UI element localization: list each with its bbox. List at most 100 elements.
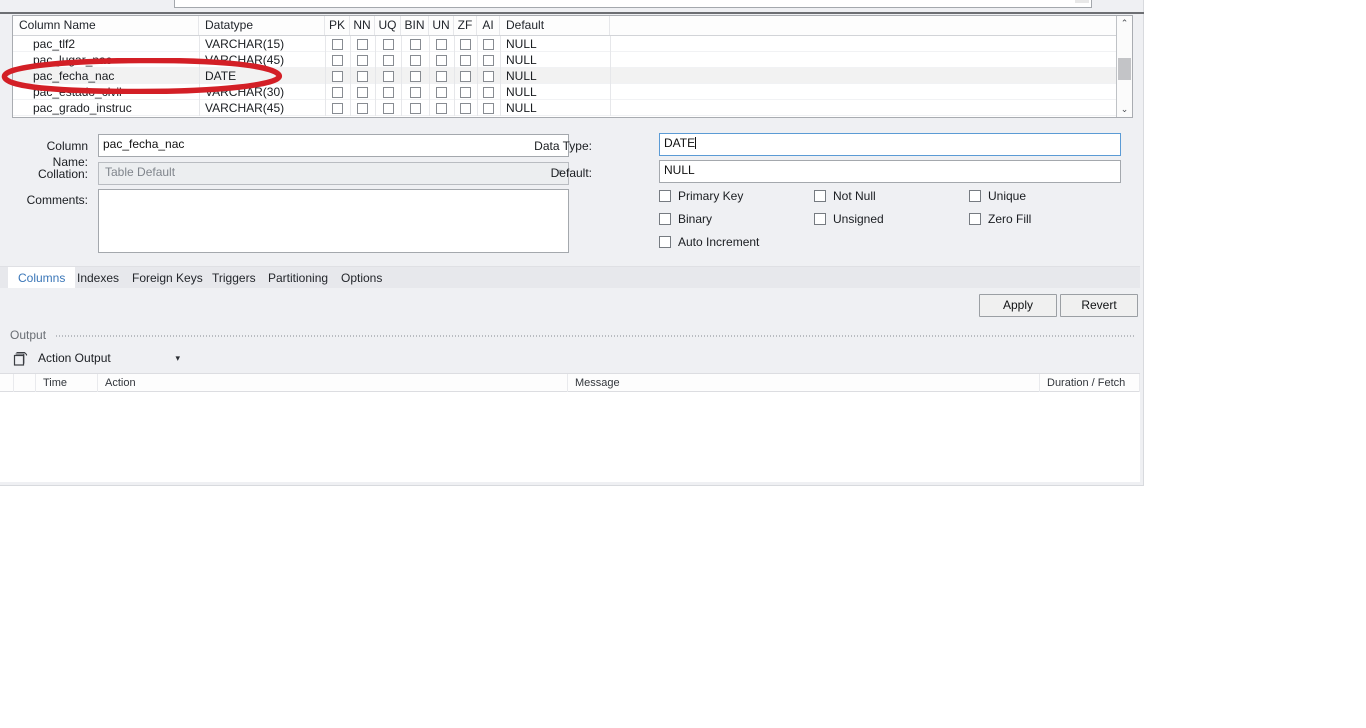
cell-flag-un[interactable] [429, 36, 454, 52]
flag-unique[interactable]: Unique [969, 189, 1026, 203]
flag-primary-key[interactable]: Primary Key [659, 189, 743, 203]
column-name-input[interactable]: pac_fecha_nac [98, 134, 569, 157]
table-row[interactable]: pac_tlf2 VARCHAR(15) NULL [13, 36, 1132, 52]
column-header-uq[interactable]: UQ [375, 16, 401, 35]
cell-flag-bin[interactable] [401, 52, 429, 68]
pk-checkbox[interactable] [332, 70, 343, 82]
uq-checkbox[interactable] [382, 102, 394, 114]
cell-column-name[interactable]: pac_lugar_nac [13, 52, 199, 68]
output-column-message[interactable]: Message [568, 374, 1040, 392]
comments-textarea[interactable] [98, 189, 569, 253]
primary-key-checkbox[interactable] [659, 190, 671, 202]
cell-flag-nn[interactable] [350, 84, 375, 100]
tab-columns[interactable]: Columns [8, 267, 76, 289]
cell-flag-bin[interactable] [401, 68, 429, 84]
cell-default[interactable]: NULL [500, 52, 610, 68]
tab-options[interactable]: Options [331, 267, 392, 289]
clipped-top-input[interactable] [174, 0, 1092, 8]
tab-partitioning[interactable]: Partitioning [258, 267, 338, 289]
cell-flag-pk[interactable] [325, 84, 350, 100]
zf-checkbox[interactable] [460, 102, 471, 114]
unique-checkbox[interactable] [969, 190, 981, 202]
cell-flag-un[interactable] [429, 52, 454, 68]
revert-button[interactable]: Revert [1060, 294, 1138, 317]
columns-grid-scrollbar[interactable]: ⌃ ⌄ [1116, 16, 1132, 117]
auto-increment-checkbox[interactable] [659, 236, 671, 248]
flag-zero-fill[interactable]: Zero Fill [969, 212, 1031, 226]
cell-flag-bin[interactable] [401, 36, 429, 52]
scrollbar-thumb[interactable] [1118, 58, 1131, 80]
tab-indexes[interactable]: Indexes [67, 267, 129, 289]
cell-column-name[interactable]: pac_tlf2 [13, 36, 199, 52]
column-header-column-name[interactable]: Column Name [13, 16, 199, 35]
column-header-nn[interactable]: NN [350, 16, 375, 35]
flag-unsigned[interactable]: Unsigned [814, 212, 884, 226]
table-row[interactable]: pac_grado_instruc VARCHAR(45) NULL [13, 100, 1132, 116]
nn-checkbox[interactable] [357, 86, 368, 98]
bin-checkbox[interactable] [409, 70, 421, 82]
nn-checkbox[interactable] [357, 70, 368, 82]
flag-auto-increment[interactable]: Auto Increment [659, 235, 759, 249]
cell-flag-zf[interactable] [454, 36, 477, 52]
binary-checkbox[interactable] [659, 213, 671, 225]
column-header-bin[interactable]: BIN [401, 16, 429, 35]
scroll-down-icon[interactable]: ⌄ [1117, 102, 1132, 117]
cell-flag-bin[interactable] [401, 84, 429, 100]
ai-checkbox[interactable] [483, 38, 494, 50]
collation-select[interactable]: Table Default ▾ [98, 162, 569, 185]
un-checkbox[interactable] [436, 38, 447, 50]
cell-flag-zf[interactable] [454, 52, 477, 68]
output-column-action[interactable]: Action [98, 374, 568, 392]
table-row[interactable]: pac_fecha_nac DATE NULL [13, 68, 1132, 84]
nn-checkbox[interactable] [357, 102, 368, 114]
cell-flag-uq[interactable] [375, 84, 401, 100]
zf-checkbox[interactable] [460, 70, 471, 82]
table-row[interactable]: pac_estado_civil VARCHAR(30) NULL [13, 84, 1132, 100]
cell-flag-zf[interactable] [454, 68, 477, 84]
tab-triggers[interactable]: Triggers [202, 267, 266, 289]
pk-checkbox[interactable] [332, 86, 343, 98]
un-checkbox[interactable] [436, 102, 447, 114]
cell-datatype[interactable]: DATE [199, 68, 325, 84]
cell-flag-ai[interactable] [477, 84, 500, 100]
cell-flag-nn[interactable] [350, 100, 375, 116]
copy-icon[interactable] [12, 350, 29, 367]
cell-datatype[interactable]: VARCHAR(45) [199, 52, 325, 68]
uq-checkbox[interactable] [382, 54, 394, 66]
cell-datatype[interactable]: VARCHAR(30) [199, 84, 325, 100]
ai-checkbox[interactable] [483, 54, 494, 66]
cell-flag-pk[interactable] [325, 52, 350, 68]
cell-flag-uq[interactable] [375, 68, 401, 84]
cell-column-name[interactable]: pac_fecha_nac [13, 68, 199, 84]
pk-checkbox[interactable] [332, 38, 343, 50]
cell-flag-nn[interactable] [350, 52, 375, 68]
column-header-un[interactable]: UN [429, 16, 454, 35]
cell-flag-uq[interactable] [375, 36, 401, 52]
cell-flag-zf[interactable] [454, 84, 477, 100]
cell-flag-pk[interactable] [325, 100, 350, 116]
flag-binary[interactable]: Binary [659, 212, 712, 226]
ai-checkbox[interactable] [483, 102, 494, 114]
un-checkbox[interactable] [436, 54, 447, 66]
pk-checkbox[interactable] [332, 102, 343, 114]
output-type-select[interactable]: Action Output ▾ [34, 348, 186, 368]
cell-default[interactable]: NULL [500, 84, 610, 100]
cell-flag-ai[interactable] [477, 52, 500, 68]
cell-flag-ai[interactable] [477, 100, 500, 116]
bin-checkbox[interactable] [409, 38, 421, 50]
cell-flag-uq[interactable] [375, 52, 401, 68]
bin-checkbox[interactable] [409, 54, 421, 66]
cell-flag-pk[interactable] [325, 68, 350, 84]
pk-checkbox[interactable] [332, 54, 343, 66]
ai-checkbox[interactable] [483, 86, 494, 98]
cell-flag-un[interactable] [429, 84, 454, 100]
uq-checkbox[interactable] [382, 38, 394, 50]
output-grid-body[interactable] [0, 392, 1140, 482]
zf-checkbox[interactable] [460, 38, 471, 50]
column-header-default[interactable]: Default [500, 16, 610, 35]
column-header-zf[interactable]: ZF [454, 16, 477, 35]
cell-flag-bin[interactable] [401, 100, 429, 116]
zf-checkbox[interactable] [460, 86, 471, 98]
zero-fill-checkbox[interactable] [969, 213, 981, 225]
cell-default[interactable]: NULL [500, 68, 610, 84]
